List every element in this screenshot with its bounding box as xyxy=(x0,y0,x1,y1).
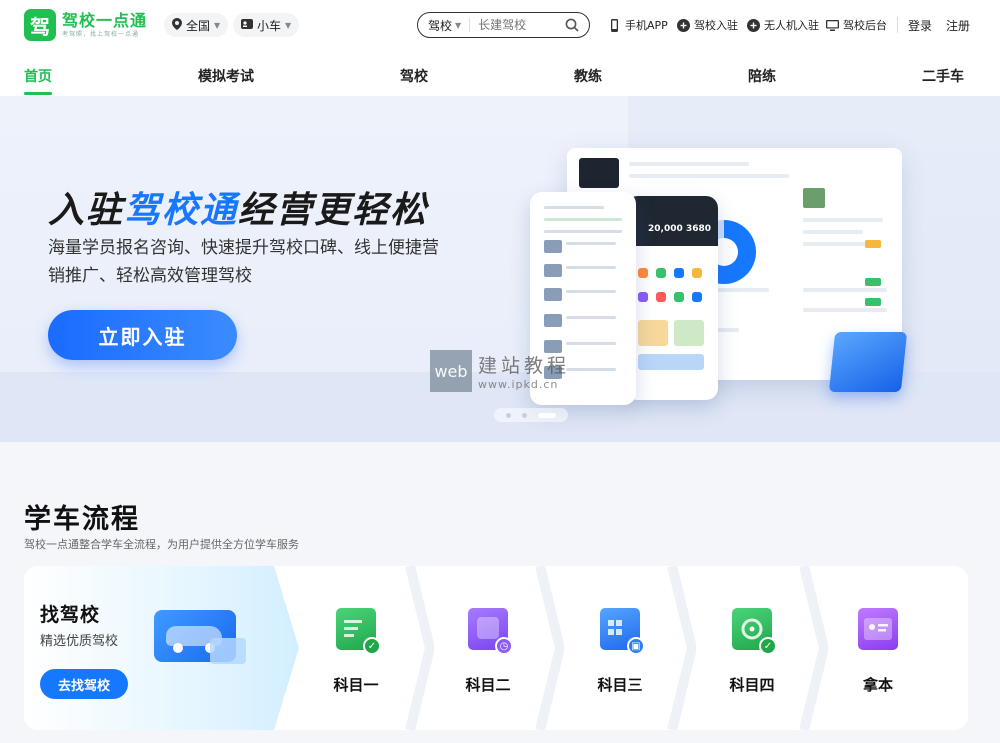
clock-card-icon: ◷ xyxy=(468,608,513,655)
chevron-down-icon: ▼ xyxy=(285,20,292,30)
step-subject-2[interactable]: ◷ 科目二 xyxy=(423,566,553,730)
nav-home[interactable]: 首页 xyxy=(24,66,52,86)
process-card: 找驾校 精选优质驾校 去找驾校 ✓ 科目一 ◷ 科目二 ▣ 科目三 ✓ 科目四 … xyxy=(24,566,968,730)
region-label: 全国 xyxy=(186,18,211,33)
nav-schools[interactable]: 驾校 xyxy=(400,66,428,86)
process-subtitle: 驾校一点通整合学车全流程，为用户提供全方位学车服务 xyxy=(24,538,299,551)
carousel-dot-1[interactable] xyxy=(506,413,511,418)
find-school-button[interactable]: 去找驾校 xyxy=(40,669,128,699)
drone-join-link[interactable]: 无人机入驻 xyxy=(747,17,819,33)
carousel-dot-3[interactable] xyxy=(538,413,556,418)
monitor-icon xyxy=(826,19,839,32)
find-school-title: 找驾校 xyxy=(40,604,101,626)
nav-mock-exam[interactable]: 模拟考试 xyxy=(198,66,254,86)
document-check-icon: ✓ xyxy=(336,608,381,655)
search-input[interactable] xyxy=(478,18,559,32)
hero-description: 海量学员报名咨询、快速提升驾校口碑、线上便捷营销推广、轻松高效管理驾校 xyxy=(48,238,439,286)
school-admin-link[interactable]: 驾校后台 xyxy=(826,17,887,33)
app-link[interactable]: 手机APP xyxy=(608,17,668,33)
step-label: 科目四 xyxy=(729,676,775,694)
nav-coaches[interactable]: 教练 xyxy=(574,66,602,86)
step-subject-4[interactable]: ✓ 科目四 xyxy=(687,566,817,730)
hero-title: 入驻驾校通经营更轻松 xyxy=(48,190,429,231)
chevron-down-icon: ▼ xyxy=(455,20,462,30)
top-header: 驾 驾校一点通 考驾照，找上驾校一点通 全国 ▼ 小车 ▼ 驾校 ▼ 长建驾校 … xyxy=(0,0,1000,50)
login-link[interactable]: 登录 xyxy=(908,17,932,34)
folder-graphic xyxy=(828,332,908,392)
license-card-icon xyxy=(858,608,898,650)
vehicle-label: 小车 xyxy=(257,18,282,33)
chevron-down-icon: ▼ xyxy=(214,20,221,30)
site-logo[interactable]: 驾 驾校一点通 考驾照，找上驾校一点通 xyxy=(24,9,147,41)
carousel-indicator xyxy=(494,408,568,422)
join-now-button[interactable]: 立即入驻 xyxy=(48,310,237,360)
phone-icon xyxy=(608,18,621,32)
location-pin-icon xyxy=(172,17,182,33)
plus-circle-icon xyxy=(747,18,760,32)
nav-used-cars[interactable]: 二手车 xyxy=(922,66,964,86)
watermark: web 建站教程 www.ipkd.cn xyxy=(430,350,570,392)
logo-mark: 驾 xyxy=(24,9,56,41)
search-bar: 驾校 ▼ xyxy=(417,12,590,38)
nav-practice[interactable]: 陪练 xyxy=(748,66,776,86)
vehicle-selector[interactable]: 小车 ▼ xyxy=(233,13,300,37)
steering-wheel-icon: ✓ xyxy=(732,608,777,655)
region-selector[interactable]: 全国 ▼ xyxy=(164,13,229,37)
step-label: 科目三 xyxy=(597,676,643,694)
step-label: 拿本 xyxy=(862,676,893,694)
plus-circle-icon xyxy=(677,18,690,32)
nav-active-indicator xyxy=(24,92,52,95)
main-nav: 首页 模拟考试 驾校 教练 陪练 二手车 xyxy=(0,50,1000,96)
search-icon[interactable] xyxy=(565,17,579,32)
step-subject-3[interactable]: ▣ 科目三 xyxy=(555,566,685,730)
logo-slogan: 考驾照，找上驾校一点通 xyxy=(62,30,140,38)
school-join-link[interactable]: 驾校入驻 xyxy=(677,17,738,33)
process-title: 学车流程 xyxy=(24,504,140,535)
step-label: 科目二 xyxy=(465,676,511,694)
find-school-panel: 找驾校 精选优质驾校 去找驾校 xyxy=(24,566,299,730)
find-school-subtitle: 精选优质驾校 xyxy=(40,634,119,649)
carousel-dot-2[interactable] xyxy=(522,413,527,418)
hero-banner[interactable]: 入驻驾校通经营更轻松 海量学员报名咨询、快速提升驾校口碑、线上便捷营销推广、轻松… xyxy=(0,96,1000,442)
step-get-license[interactable]: 拿本 xyxy=(813,566,943,730)
step-subject-1[interactable]: ✓ 科目一 xyxy=(291,566,421,730)
register-link[interactable]: 注册 xyxy=(946,17,970,34)
search-category-select[interactable]: 驾校 ▼ xyxy=(418,17,461,34)
step-label: 科目一 xyxy=(333,676,379,694)
logo-name: 驾校一点通 xyxy=(62,10,148,30)
id-card-icon xyxy=(241,18,253,32)
app-phone-mockup: 20,000 3680 xyxy=(626,196,718,400)
building-car-icon: ▣ xyxy=(600,608,645,655)
